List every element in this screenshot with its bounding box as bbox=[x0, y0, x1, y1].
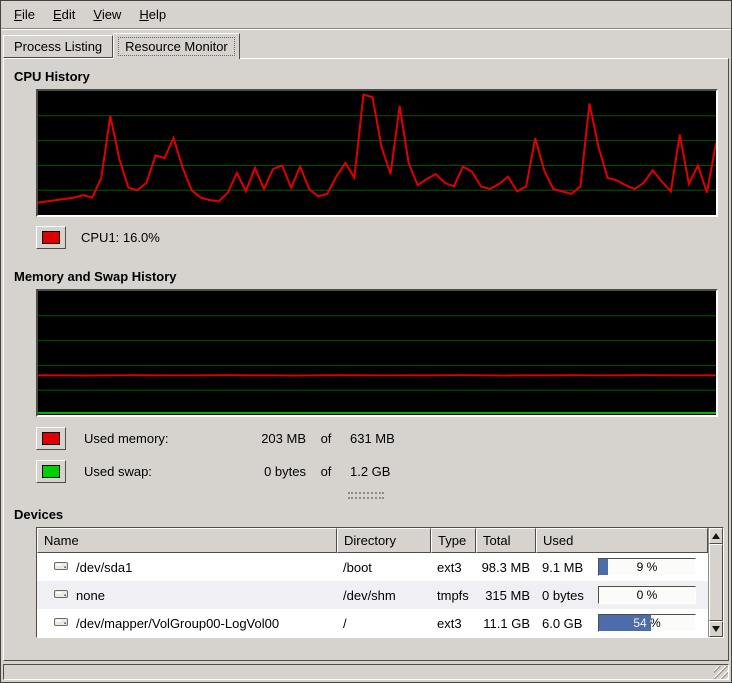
tab-label: Resource Monitor bbox=[118, 37, 235, 56]
drive-icon bbox=[53, 587, 69, 603]
device-type: ext3 bbox=[431, 616, 476, 631]
tab-label: Process Listing bbox=[8, 38, 108, 55]
device-total: 315 MB bbox=[476, 588, 536, 603]
progressbar-label-inverse: 54 % bbox=[599, 615, 651, 631]
used-memory-value: 203 MB bbox=[224, 431, 306, 446]
tab-process-listing[interactable]: Process Listing bbox=[3, 35, 113, 58]
device-type: ext3 bbox=[431, 560, 476, 575]
scroll-down-button[interactable] bbox=[709, 621, 723, 637]
cpu-color-button[interactable] bbox=[36, 226, 66, 249]
device-name: /dev/mapper/VolGroup00-LogVol00 bbox=[76, 616, 279, 631]
used-swap-of: of bbox=[306, 464, 346, 479]
column-header-used[interactable]: Used bbox=[536, 528, 708, 553]
devices-title: Devices bbox=[14, 507, 720, 522]
swap-color-swatch bbox=[42, 465, 60, 478]
column-header-directory[interactable]: Directory bbox=[337, 528, 431, 553]
total-memory-value: 631 MB bbox=[346, 431, 720, 446]
status-bar bbox=[3, 664, 729, 680]
resize-grip[interactable] bbox=[714, 666, 728, 679]
progressbar-clip: 9 % bbox=[599, 559, 608, 575]
device-type: tmpfs bbox=[431, 588, 476, 603]
progressbar-clip: 54 % bbox=[599, 615, 651, 631]
cpu-history-title: CPU History bbox=[14, 69, 720, 84]
used-memory-label: Used memory: bbox=[66, 431, 224, 446]
devices-table-body: Name Directory Type Total Used /dev/sda1… bbox=[37, 528, 708, 637]
table-row[interactable]: /dev/sda1 /boot ext3 98.3 MB 9.1 MB 9 % … bbox=[37, 553, 708, 581]
menu-help[interactable]: Help bbox=[130, 3, 175, 26]
memory-color-button[interactable] bbox=[36, 427, 66, 450]
used-memory-of: of bbox=[306, 431, 346, 446]
used-swap-value: 0 bytes bbox=[224, 464, 306, 479]
menu-bar: File Edit View Help bbox=[1, 1, 731, 28]
device-total: 11.1 GB bbox=[476, 616, 536, 631]
arrow-up-icon bbox=[712, 533, 720, 539]
device-directory: /boot bbox=[337, 560, 431, 575]
tab-resource-monitor[interactable]: Resource Monitor bbox=[113, 33, 240, 59]
device-used-amount: 9.1 MB bbox=[536, 560, 590, 575]
device-directory: /dev/shm bbox=[337, 588, 431, 603]
scroll-up-button[interactable] bbox=[709, 528, 723, 544]
cpu-history-chart bbox=[38, 91, 716, 215]
column-header-type[interactable]: Type bbox=[431, 528, 476, 553]
table-row[interactable]: none /dev/shm tmpfs 315 MB 0 bytes 0 % 0… bbox=[37, 581, 708, 609]
device-name: /dev/sda1 bbox=[76, 560, 132, 575]
device-directory: / bbox=[337, 616, 431, 631]
device-used-amount: 0 bytes bbox=[536, 588, 590, 603]
usage-progressbar: 0 % 0 % bbox=[598, 586, 696, 604]
drive-icon bbox=[53, 615, 69, 631]
memory-history-graph-frame bbox=[36, 289, 718, 417]
memory-history-title: Memory and Swap History bbox=[14, 269, 720, 284]
usage-progressbar: 9 % 9 % bbox=[598, 558, 696, 576]
cpu-color-swatch bbox=[42, 231, 60, 244]
menu-view[interactable]: View bbox=[84, 3, 130, 26]
devices-table: Name Directory Type Total Used /dev/sda1… bbox=[36, 527, 724, 638]
scrollbar-thumb[interactable] bbox=[709, 544, 723, 621]
swap-color-button[interactable] bbox=[36, 460, 66, 483]
used-swap-label: Used swap: bbox=[66, 464, 224, 479]
table-row[interactable]: /dev/mapper/VolGroup00-LogVol00 / ext3 1… bbox=[37, 609, 708, 637]
used-memory-legend: Used memory: 203 MB of 631 MB bbox=[36, 427, 720, 450]
progressbar-label: 9 % bbox=[599, 559, 695, 575]
column-header-total[interactable]: Total bbox=[476, 528, 536, 553]
menu-edit[interactable]: Edit bbox=[44, 3, 84, 26]
menu-file[interactable]: File bbox=[5, 3, 44, 26]
cpu-history-graph-frame bbox=[36, 89, 718, 217]
memory-color-swatch bbox=[42, 432, 60, 445]
drive-icon bbox=[53, 559, 69, 575]
usage-progressbar: 54 % 54 % bbox=[598, 614, 696, 632]
device-used-amount: 6.0 GB bbox=[536, 616, 590, 631]
progressbar-label: 0 % bbox=[599, 587, 695, 603]
tab-bar: Process Listing Resource Monitor bbox=[1, 30, 731, 58]
devices-rows: /dev/sda1 /boot ext3 98.3 MB 9.1 MB 9 % … bbox=[37, 553, 708, 637]
device-total: 98.3 MB bbox=[476, 560, 536, 575]
devices-table-header: Name Directory Type Total Used bbox=[37, 528, 708, 553]
table-scrollbar[interactable] bbox=[708, 528, 723, 637]
cpu-legend-label: CPU1: 16.0% bbox=[81, 230, 160, 245]
device-name: none bbox=[76, 588, 105, 603]
arrow-down-icon bbox=[712, 626, 720, 632]
cpu-legend: CPU1: 16.0% bbox=[36, 226, 720, 249]
total-swap-value: 1.2 GB bbox=[346, 464, 720, 479]
progressbar-label-inverse: 9 % bbox=[599, 559, 608, 575]
memory-swap-history-chart bbox=[38, 291, 716, 415]
resource-monitor-panel: CPU History CPU1: 16.0% Memory and Swap … bbox=[3, 58, 729, 661]
used-swap-legend: Used swap: 0 bytes of 1.2 GB bbox=[36, 460, 720, 483]
column-header-name[interactable]: Name bbox=[37, 528, 337, 553]
pane-resize-handle[interactable] bbox=[348, 492, 384, 499]
system-monitor-window: File Edit View Help Process Listing Reso… bbox=[0, 0, 732, 683]
